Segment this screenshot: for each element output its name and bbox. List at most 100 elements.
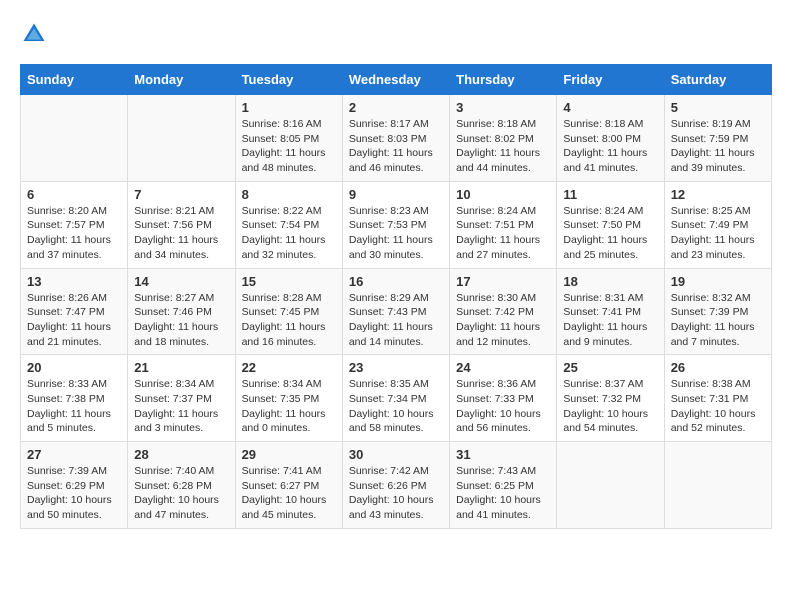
day-number: 20 <box>27 360 121 375</box>
day-detail: Sunrise: 8:30 AM Sunset: 7:42 PM Dayligh… <box>456 291 550 350</box>
calendar-cell: 26 Sunrise: 8:38 AM Sunset: 7:31 PM Dayli… <box>664 355 771 442</box>
calendar-cell <box>557 442 664 529</box>
day-detail: Sunrise: 8:38 AM Sunset: 7:31 PM Dayligh… <box>671 377 765 436</box>
day-detail: Sunrise: 8:20 AM Sunset: 7:57 PM Dayligh… <box>27 204 121 263</box>
day-number: 2 <box>349 100 443 115</box>
page-header <box>20 20 772 48</box>
day-detail: Sunrise: 8:19 AM Sunset: 7:59 PM Dayligh… <box>671 117 765 176</box>
header-cell-saturday: Saturday <box>664 65 771 95</box>
header-row: SundayMondayTuesdayWednesdayThursdayFrid… <box>21 65 772 95</box>
day-detail: Sunrise: 7:39 AM Sunset: 6:29 PM Dayligh… <box>27 464 121 523</box>
calendar-cell: 8 Sunrise: 8:22 AM Sunset: 7:54 PM Daylig… <box>235 181 342 268</box>
calendar-cell <box>128 95 235 182</box>
day-number: 31 <box>456 447 550 462</box>
day-number: 5 <box>671 100 765 115</box>
calendar-cell: 15 Sunrise: 8:28 AM Sunset: 7:45 PM Dayli… <box>235 268 342 355</box>
calendar-cell: 13 Sunrise: 8:26 AM Sunset: 7:47 PM Dayli… <box>21 268 128 355</box>
calendar-cell: 7 Sunrise: 8:21 AM Sunset: 7:56 PM Daylig… <box>128 181 235 268</box>
day-number: 19 <box>671 274 765 289</box>
week-row-2: 6 Sunrise: 8:20 AM Sunset: 7:57 PM Daylig… <box>21 181 772 268</box>
calendar-cell: 23 Sunrise: 8:35 AM Sunset: 7:34 PM Dayli… <box>342 355 449 442</box>
day-number: 9 <box>349 187 443 202</box>
day-detail: Sunrise: 8:28 AM Sunset: 7:45 PM Dayligh… <box>242 291 336 350</box>
calendar-cell: 2 Sunrise: 8:17 AM Sunset: 8:03 PM Daylig… <box>342 95 449 182</box>
day-detail: Sunrise: 8:18 AM Sunset: 8:00 PM Dayligh… <box>563 117 657 176</box>
calendar-cell: 31 Sunrise: 7:43 AM Sunset: 6:25 PM Dayli… <box>450 442 557 529</box>
header-cell-friday: Friday <box>557 65 664 95</box>
day-number: 8 <box>242 187 336 202</box>
day-number: 3 <box>456 100 550 115</box>
logo-icon <box>20 20 48 48</box>
calendar-cell: 30 Sunrise: 7:42 AM Sunset: 6:26 PM Dayli… <box>342 442 449 529</box>
day-detail: Sunrise: 8:25 AM Sunset: 7:49 PM Dayligh… <box>671 204 765 263</box>
calendar-cell: 20 Sunrise: 8:33 AM Sunset: 7:38 PM Dayli… <box>21 355 128 442</box>
calendar-cell: 27 Sunrise: 7:39 AM Sunset: 6:29 PM Dayli… <box>21 442 128 529</box>
calendar-cell: 16 Sunrise: 8:29 AM Sunset: 7:43 PM Dayli… <box>342 268 449 355</box>
day-number: 30 <box>349 447 443 462</box>
day-number: 10 <box>456 187 550 202</box>
day-number: 16 <box>349 274 443 289</box>
calendar-cell: 3 Sunrise: 8:18 AM Sunset: 8:02 PM Daylig… <box>450 95 557 182</box>
day-detail: Sunrise: 8:22 AM Sunset: 7:54 PM Dayligh… <box>242 204 336 263</box>
day-number: 27 <box>27 447 121 462</box>
day-detail: Sunrise: 7:42 AM Sunset: 6:26 PM Dayligh… <box>349 464 443 523</box>
day-number: 18 <box>563 274 657 289</box>
calendar-cell: 25 Sunrise: 8:37 AM Sunset: 7:32 PM Dayli… <box>557 355 664 442</box>
day-number: 23 <box>349 360 443 375</box>
day-number: 12 <box>671 187 765 202</box>
day-number: 28 <box>134 447 228 462</box>
day-detail: Sunrise: 8:16 AM Sunset: 8:05 PM Dayligh… <box>242 117 336 176</box>
calendar-table: SundayMondayTuesdayWednesdayThursdayFrid… <box>20 64 772 529</box>
calendar-cell: 24Sunrise: 8:36 AM Sunset: 7:33 PM Dayli… <box>450 355 557 442</box>
calendar-cell: 21 Sunrise: 8:34 AM Sunset: 7:37 PM Dayli… <box>128 355 235 442</box>
day-number: 24 <box>456 360 550 375</box>
logo <box>20 20 52 48</box>
day-number: 7 <box>134 187 228 202</box>
week-row-1: 1 Sunrise: 8:16 AM Sunset: 8:05 PM Daylig… <box>21 95 772 182</box>
day-detail: Sunrise: 8:21 AM Sunset: 7:56 PM Dayligh… <box>134 204 228 263</box>
day-number: 25 <box>563 360 657 375</box>
day-detail: Sunrise: 7:41 AM Sunset: 6:27 PM Dayligh… <box>242 464 336 523</box>
day-number: 26 <box>671 360 765 375</box>
calendar-cell: 1 Sunrise: 8:16 AM Sunset: 8:05 PM Daylig… <box>235 95 342 182</box>
day-detail: Sunrise: 8:26 AM Sunset: 7:47 PM Dayligh… <box>27 291 121 350</box>
header-cell-tuesday: Tuesday <box>235 65 342 95</box>
week-row-3: 13 Sunrise: 8:26 AM Sunset: 7:47 PM Dayli… <box>21 268 772 355</box>
day-detail: Sunrise: 7:43 AM Sunset: 6:25 PM Dayligh… <box>456 464 550 523</box>
day-number: 21 <box>134 360 228 375</box>
day-detail: Sunrise: 8:17 AM Sunset: 8:03 PM Dayligh… <box>349 117 443 176</box>
day-detail: Sunrise: 8:32 AM Sunset: 7:39 PM Dayligh… <box>671 291 765 350</box>
day-number: 11 <box>563 187 657 202</box>
day-detail: Sunrise: 8:37 AM Sunset: 7:32 PM Dayligh… <box>563 377 657 436</box>
day-detail: Sunrise: 8:24 AM Sunset: 7:50 PM Dayligh… <box>563 204 657 263</box>
calendar-cell: 17 Sunrise: 8:30 AM Sunset: 7:42 PM Dayli… <box>450 268 557 355</box>
day-detail: Sunrise: 8:33 AM Sunset: 7:38 PM Dayligh… <box>27 377 121 436</box>
calendar-cell: 4 Sunrise: 8:18 AM Sunset: 8:00 PM Daylig… <box>557 95 664 182</box>
day-detail: Sunrise: 8:24 AM Sunset: 7:51 PM Dayligh… <box>456 204 550 263</box>
calendar-cell <box>664 442 771 529</box>
calendar-cell: 22Sunrise: 8:34 AM Sunset: 7:35 PM Dayli… <box>235 355 342 442</box>
header-cell-monday: Monday <box>128 65 235 95</box>
week-row-5: 27 Sunrise: 7:39 AM Sunset: 6:29 PM Dayli… <box>21 442 772 529</box>
header-cell-thursday: Thursday <box>450 65 557 95</box>
day-detail: Sunrise: 8:34 AM Sunset: 7:35 PM Dayligh… <box>242 377 336 436</box>
day-number: 1 <box>242 100 336 115</box>
day-number: 14 <box>134 274 228 289</box>
header-cell-wednesday: Wednesday <box>342 65 449 95</box>
day-number: 4 <box>563 100 657 115</box>
calendar-cell <box>21 95 128 182</box>
day-detail: Sunrise: 8:29 AM Sunset: 7:43 PM Dayligh… <box>349 291 443 350</box>
calendar-cell: 28Sunrise: 7:40 AM Sunset: 6:28 PM Dayli… <box>128 442 235 529</box>
day-detail: Sunrise: 8:18 AM Sunset: 8:02 PM Dayligh… <box>456 117 550 176</box>
header-cell-sunday: Sunday <box>21 65 128 95</box>
day-detail: Sunrise: 8:23 AM Sunset: 7:53 PM Dayligh… <box>349 204 443 263</box>
calendar-cell: 14Sunrise: 8:27 AM Sunset: 7:46 PM Dayli… <box>128 268 235 355</box>
day-detail: Sunrise: 8:34 AM Sunset: 7:37 PM Dayligh… <box>134 377 228 436</box>
day-number: 6 <box>27 187 121 202</box>
day-detail: Sunrise: 8:35 AM Sunset: 7:34 PM Dayligh… <box>349 377 443 436</box>
day-number: 29 <box>242 447 336 462</box>
calendar-cell: 5 Sunrise: 8:19 AM Sunset: 7:59 PM Daylig… <box>664 95 771 182</box>
day-number: 15 <box>242 274 336 289</box>
day-number: 13 <box>27 274 121 289</box>
day-number: 17 <box>456 274 550 289</box>
